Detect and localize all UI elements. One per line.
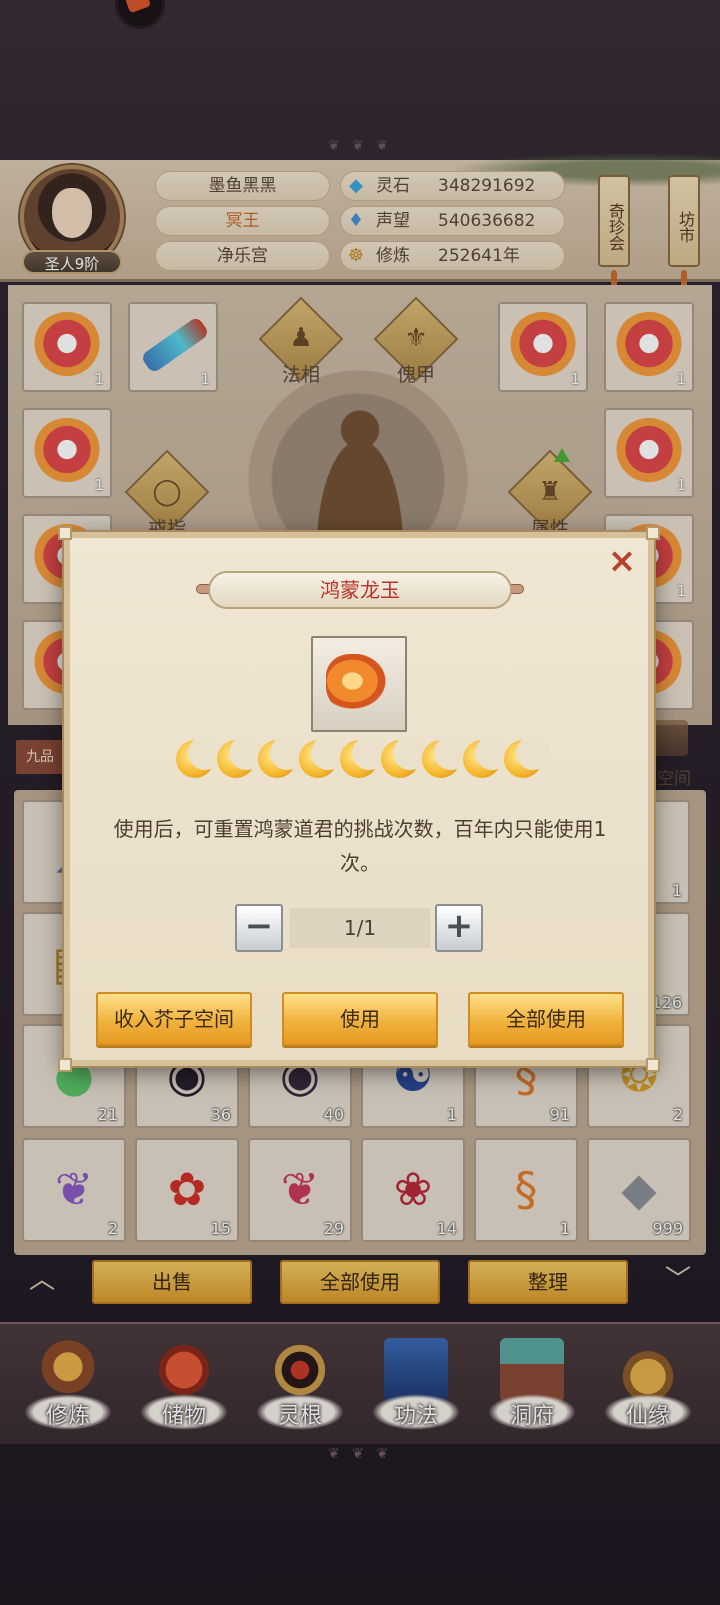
- moon-icon: [381, 736, 427, 778]
- moon-icon: [217, 736, 263, 778]
- close-icon[interactable]: ×: [606, 544, 638, 578]
- moon-icon: [463, 736, 509, 778]
- use-button[interactable]: 使用: [282, 992, 438, 1046]
- moon-icon: [258, 736, 304, 778]
- item-detail-dialog: [64, 532, 654, 1066]
- quantity-plus-button[interactable]: +: [435, 904, 483, 952]
- quantity-field[interactable]: 1/1: [290, 908, 430, 948]
- item-grade-moons: [176, 736, 550, 784]
- moon-icon: [340, 736, 386, 778]
- store-to-space-button[interactable]: 收入芥子空间: [96, 992, 252, 1046]
- moon-icon: [504, 736, 550, 778]
- moon-icon: [299, 736, 345, 778]
- quantity-minus-button[interactable]: −: [235, 904, 283, 952]
- corner-ornament: [58, 526, 72, 540]
- moon-icon: [422, 736, 468, 778]
- item-title: 鸿蒙龙玉: [208, 571, 512, 609]
- item-description: 使用后，可重置鸿蒙道君的挑战次数，百年内只能使用1次。: [113, 817, 607, 875]
- corner-ornament: [646, 1058, 660, 1072]
- moon-icon: [176, 736, 222, 778]
- use-all-modal-button[interactable]: 全部使用: [468, 992, 624, 1046]
- corner-ornament: [58, 1058, 72, 1072]
- corner-ornament: [646, 526, 660, 540]
